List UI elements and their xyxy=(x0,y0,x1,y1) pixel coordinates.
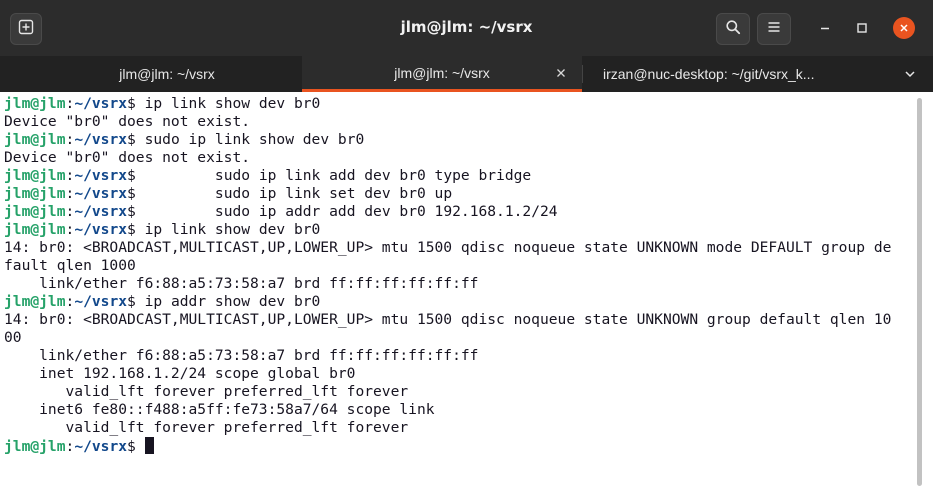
prompt-user: jlm@jlm xyxy=(4,131,66,148)
terminal-command-line: jlm@jlm:~/vsrx$ ip addr show dev br0 xyxy=(4,293,891,311)
terminal-command-line: jlm@jlm:~/vsrx$ sudo ip link show dev br… xyxy=(4,131,891,149)
prompt-path: ~/vsrx xyxy=(74,203,128,220)
close-icon xyxy=(898,19,910,38)
terminal-command-line: jlm@jlm:~/vsrx$ ip link show dev br0 xyxy=(4,221,891,239)
terminal-output-line: inet 192.168.1.2/24 scope global br0 xyxy=(4,365,891,383)
output-text: inet 192.168.1.2/24 scope global br0 xyxy=(4,365,356,382)
terminal-command-line: jlm@jlm:~/vsrx$ sudo ip addr add dev br0… xyxy=(4,203,891,221)
prompt-path: ~/vsrx xyxy=(74,221,128,238)
output-text: link/ether f6:88:a5:73:58:a7 brd ff:ff:f… xyxy=(4,275,479,292)
terminal-output-line: link/ether f6:88:a5:73:58:a7 brd ff:ff:f… xyxy=(4,275,891,293)
terminal-output-line: link/ether f6:88:a5:73:58:a7 brd ff:ff:f… xyxy=(4,347,891,365)
prompt-symbol: $ xyxy=(127,185,136,202)
terminal-command-line: jlm@jlm:~/vsrx$ sudo ip link set dev br0… xyxy=(4,185,891,203)
prompt-symbol: $ xyxy=(127,131,136,148)
terminal-command-line: jlm@jlm:~/vsrx$ sudo ip link add dev br0… xyxy=(4,167,891,185)
prompt-path: ~/vsrx xyxy=(74,293,128,310)
prompt-separator: : xyxy=(65,185,75,202)
output-text: valid_lft forever preferred_lft forever xyxy=(4,383,409,400)
command-text: sudo ip link show dev br0 xyxy=(135,131,365,148)
output-text: 14: br0: <BROADCAST,MULTICAST,UP,LOWER_U… xyxy=(4,239,892,256)
maximize-icon xyxy=(856,19,868,38)
prompt-separator: : xyxy=(65,293,75,310)
terminal-output-line: Device "br0" does not exist. xyxy=(4,149,891,167)
tab-2-active[interactable]: jlm@jlm: ~/vsrx xyxy=(302,56,582,92)
tab-bar: jlm@jlm: ~/vsrx jlm@jlm: ~/vsrx irzan@nu… xyxy=(0,56,933,92)
output-text: valid_lft forever preferred_lft forever xyxy=(4,419,409,436)
tab-label: jlm@jlm: ~/vsrx xyxy=(119,66,215,82)
output-text: link/ether f6:88:a5:73:58:a7 brd ff:ff:f… xyxy=(4,347,479,364)
prompt-path: ~/vsrx xyxy=(74,131,128,148)
search-button[interactable] xyxy=(716,13,750,45)
tab-3[interactable]: irzan@nuc-desktop: ~/git/vsrx_k... xyxy=(582,56,882,92)
prompt-path: ~/vsrx xyxy=(74,438,128,455)
prompt-user: jlm@jlm xyxy=(4,293,66,310)
terminal-cursor xyxy=(144,437,154,454)
terminal-output-line: 00 xyxy=(4,329,891,347)
hamburger-menu-icon xyxy=(766,19,782,39)
terminal-command-line: jlm@jlm:~/vsrx$ ip link show dev br0 xyxy=(4,95,891,113)
search-icon xyxy=(725,19,741,39)
prompt-user: jlm@jlm xyxy=(4,95,66,112)
tab-label: irzan@nuc-desktop: ~/git/vsrx_k... xyxy=(603,66,815,82)
minimize-button[interactable] xyxy=(814,17,836,39)
output-text: Device "br0" does not exist. xyxy=(4,113,251,130)
prompt-separator: : xyxy=(65,131,75,148)
tab-overflow-button[interactable] xyxy=(900,56,920,92)
prompt-path: ~/vsrx xyxy=(74,185,128,202)
terminal-output-line: valid_lft forever preferred_lft forever xyxy=(4,383,891,401)
prompt-path: ~/vsrx xyxy=(74,167,128,184)
menu-button[interactable] xyxy=(757,13,791,45)
prompt-separator: : xyxy=(65,167,75,184)
prompt-symbol: $ xyxy=(127,293,136,310)
terminal-output[interactable]: jlm@jlm:~/vsrx$ ip link show dev br0 Devi… xyxy=(0,92,933,496)
output-text: fault qlen 1000 xyxy=(4,257,136,274)
terminal-output-line: valid_lft forever preferred_lft forever xyxy=(4,419,891,437)
chevron-down-icon xyxy=(904,65,916,84)
tab-1[interactable]: jlm@jlm: ~/vsrx xyxy=(0,56,302,92)
prompt-separator: : xyxy=(65,438,75,455)
terminal-output-line: Device "br0" does not exist. xyxy=(4,113,891,131)
command-text: sudo ip link set dev br0 up xyxy=(135,185,453,202)
prompt-user: jlm@jlm xyxy=(4,185,66,202)
tab-label: jlm@jlm: ~/vsrx xyxy=(394,64,490,81)
window-title: jlm@jlm: ~/vsrx xyxy=(400,18,533,36)
output-text: Device "br0" does not exist. xyxy=(4,149,251,166)
prompt-separator: : xyxy=(65,203,75,220)
output-text: inet6 fe80::f488:a5ff:fe73:58a7/64 scope… xyxy=(4,401,435,418)
prompt-separator: : xyxy=(65,221,75,238)
command-text: ip link show dev br0 xyxy=(135,95,321,112)
prompt-user: jlm@jlm xyxy=(4,438,66,455)
prompt-path: ~/vsrx xyxy=(74,95,128,112)
prompt-symbol: $ xyxy=(127,95,136,112)
terminal-output-line: inet6 fe80::f488:a5ff:fe73:58a7/64 scope… xyxy=(4,401,891,419)
tab-close-icon[interactable] xyxy=(554,66,568,80)
prompt-symbol: $ xyxy=(127,203,136,220)
terminal-output-line: 14: br0: <BROADCAST,MULTICAST,UP,LOWER_U… xyxy=(4,239,891,257)
close-button[interactable] xyxy=(893,17,915,39)
terminal-output-line: fault qlen 1000 xyxy=(4,257,891,275)
header-bar: jlm@jlm: ~/vsrx xyxy=(0,0,933,57)
prompt-symbol: $ xyxy=(127,221,136,238)
prompt-symbol: $ xyxy=(127,167,136,184)
terminal-command-line: jlm@jlm:~/vsrx$ xyxy=(4,437,891,455)
command-text: sudo ip addr add dev br0 192.168.1.2/24 xyxy=(135,203,558,220)
prompt-user: jlm@jlm xyxy=(4,221,66,238)
scrollbar-thumb[interactable] xyxy=(917,98,922,486)
minimize-icon xyxy=(819,19,831,38)
prompt-user: jlm@jlm xyxy=(4,167,66,184)
command-text: ip link show dev br0 xyxy=(135,221,321,238)
terminal-output-line: 14: br0: <BROADCAST,MULTICAST,UP,LOWER_U… xyxy=(4,311,891,329)
output-text: 14: br0: <BROADCAST,MULTICAST,UP,LOWER_U… xyxy=(4,311,892,328)
maximize-button[interactable] xyxy=(851,17,873,39)
prompt-symbol: $ xyxy=(127,438,136,455)
terminal-window: jlm@jlm: ~/vsrx jlm@jlm: ~/vsrx jlm@jlm:… xyxy=(0,0,933,496)
terminal-lines: jlm@jlm:~/vsrx$ ip link show dev br0 Devi… xyxy=(4,95,891,455)
prompt-separator: : xyxy=(65,95,75,112)
command-text xyxy=(136,438,145,455)
command-text: ip addr show dev br0 xyxy=(135,293,321,310)
prompt-user: jlm@jlm xyxy=(4,203,66,220)
command-text: sudo ip link add dev br0 type bridge xyxy=(135,167,532,184)
output-text: 00 xyxy=(4,329,22,346)
